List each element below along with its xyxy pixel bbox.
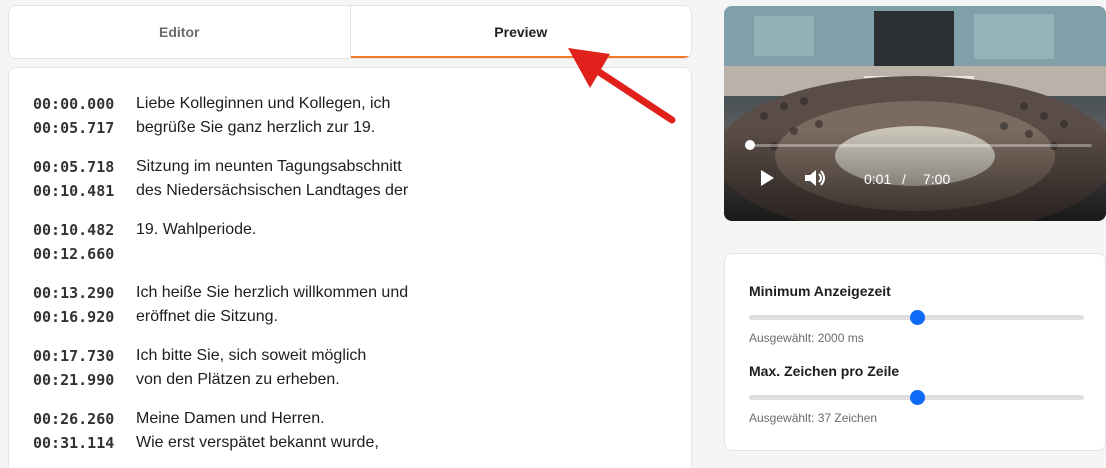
cue-end-time: 00:16.920 [33,308,115,326]
min-display-time-slider[interactable] [749,308,1084,326]
cue-line: 19. Wahlperiode. [136,221,257,238]
cue-times: 00:00.000 00:05.717 [33,92,136,140]
cue-end-time: 00:05.717 [33,119,115,137]
cue-line: Wie erst verspätet bekannt wurde, [136,434,379,451]
subtitle-cue: 00:00.000 00:05.717 Liebe Kolleginnen un… [33,92,691,140]
cue-text: Ich heiße Sie herzlich willkommen und er… [136,281,408,329]
video-current-time: 0:01 [864,171,892,187]
play-icon[interactable] [759,168,775,188]
cue-line: Meine Damen und Herren. [136,410,325,427]
cue-start-time: 00:10.482 [33,221,115,239]
max-chars-slider[interactable] [749,388,1084,406]
cue-start-time: 00:17.730 [33,347,115,365]
max-chars-value: Ausgewählt: 37 Zeichen [749,411,878,425]
tab-preview[interactable]: Preview [349,6,692,58]
subtitle-cue: 00:05.718 00:10.481 Sitzung im neunten T… [33,155,691,203]
cue-line: begrüße Sie ganz herzlich zur 19. [136,119,376,136]
max-chars-title: Max. Zeichen pro Zeile [749,363,900,379]
cue-text: 19. Wahlperiode. [136,218,256,266]
subtitle-preview: 00:00.000 00:05.717 Liebe Kolleginnen un… [8,67,692,468]
video-duration: 7:00 [923,171,951,187]
cue-end-time: 00:12.660 [33,245,115,263]
cue-text: Meine Damen und Herren. Wie erst verspät… [136,407,379,455]
cue-times: 00:10.482 00:12.660 [33,218,136,266]
tab-editor[interactable]: Editor [9,6,350,58]
video-time-separator: / [902,171,906,187]
cue-line: von den Plätzen zu erheben. [136,371,340,388]
subtitle-cue: 00:26.260 00:31.114 Meine Damen und Herr… [33,407,691,455]
video-player[interactable]: 0:01 / 7:00 [724,6,1106,221]
volume-icon[interactable] [804,168,828,188]
cue-line: Sitzung im neunten Tagungsabschnitt [136,158,402,175]
subtitle-cue: 00:10.482 00:12.660 19. Wahlperiode. [33,218,691,266]
cue-line: Liebe Kolleginnen und Kollegen, ich [136,95,391,112]
cue-line: eröffnet die Sitzung. [136,308,279,325]
cue-text: Liebe Kolleginnen und Kollegen, ich begr… [136,92,390,140]
subtitle-settings-panel: Minimum Anzeigezeit Ausgewählt: 2000 ms … [724,253,1106,451]
cue-times: 00:17.730 00:21.990 [33,344,136,392]
video-progress-handle[interactable] [745,140,755,150]
subtitle-cue: 00:13.290 00:16.920 Ich heiße Sie herzli… [33,281,691,329]
cue-end-time: 00:21.990 [33,371,115,389]
cue-start-time: 00:13.290 [33,284,115,302]
min-display-time-value: Ausgewählt: 2000 ms [749,331,864,345]
cue-line [136,242,256,266]
cue-times: 00:13.290 00:16.920 [33,281,136,329]
subtitle-cue: 00:17.730 00:21.990 Ich bitte Sie, sich … [33,344,691,392]
view-tabs: Editor Preview [8,5,692,59]
cue-start-time: 00:26.260 [33,410,115,428]
cue-start-time: 00:05.718 [33,158,115,176]
cue-end-time: 00:31.114 [33,434,115,452]
slider-thumb[interactable] [909,310,925,325]
cue-line: des Niedersächsischen Landtages der [136,182,409,199]
slider-thumb[interactable] [909,390,925,405]
cue-line: Ich bitte Sie, sich soweit möglich [136,347,367,364]
cue-start-time: 00:00.000 [33,95,115,113]
cue-times: 00:26.260 00:31.114 [33,407,136,455]
cue-text: Sitzung im neunten Tagungsabschnitt des … [136,155,408,203]
video-progress-bar[interactable] [750,144,1092,147]
min-display-time-title: Minimum Anzeigezeit [749,283,891,299]
cue-text: Ich bitte Sie, sich soweit möglich von d… [136,344,366,392]
cue-times: 00:05.718 00:10.481 [33,155,136,203]
cue-line: Ich heiße Sie herzlich willkommen und [136,284,409,301]
cue-end-time: 00:10.481 [33,182,115,200]
